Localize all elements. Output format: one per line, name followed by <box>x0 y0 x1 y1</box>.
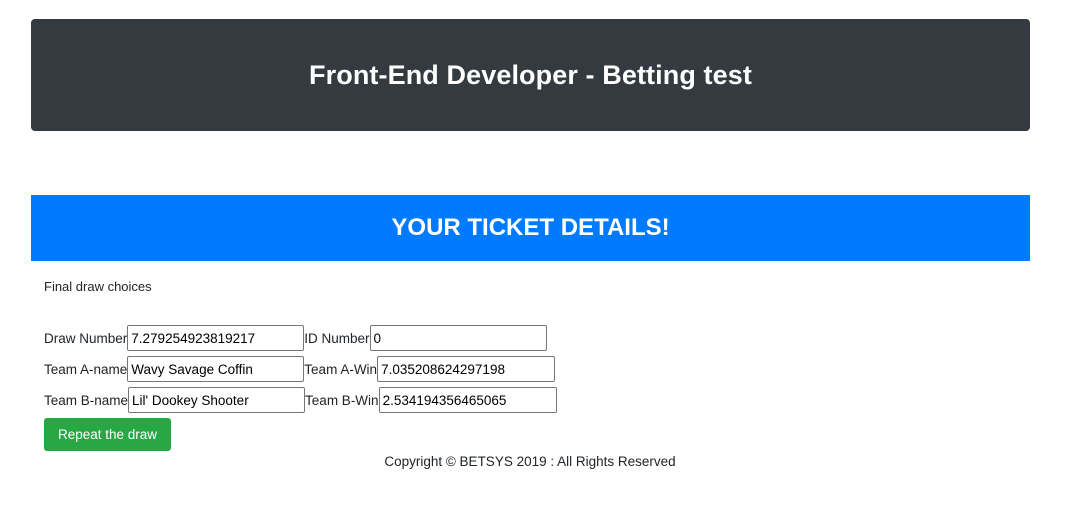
page-header: Front-End Developer - Betting test <box>31 19 1030 131</box>
id-number-input[interactable] <box>369 325 547 351</box>
ticket-heading: YOUR TICKET DETAILS! <box>391 214 670 241</box>
final-draw-subtitle: Final draw choices <box>44 279 152 294</box>
footer-copyright: Copyright © BETSYS 2019 : All Rights Res… <box>384 454 676 469</box>
team-a-win-label: Team A-Win <box>304 361 378 377</box>
team-b-win-label: Team B-Win <box>305 392 379 408</box>
draw-number-label: Draw Number <box>44 330 128 346</box>
team-b-name-input[interactable] <box>128 387 306 413</box>
team-a-win-input[interactable] <box>377 356 556 382</box>
team-a-name-label: Team A-name <box>44 361 128 377</box>
team-a-name-input[interactable] <box>127 356 305 382</box>
team-a-row: Team A-name Team A-Win <box>44 356 556 382</box>
repeat-draw-button[interactable]: Repeat the draw <box>44 418 171 451</box>
id-number-label: ID Number <box>304 330 370 346</box>
draw-number-input[interactable] <box>127 325 305 351</box>
page-title: Front-End Developer - Betting test <box>309 59 752 90</box>
ticket-banner: YOUR TICKET DETAILS! <box>31 195 1030 261</box>
team-b-name-label: Team B-name <box>44 392 129 408</box>
team-b-row: Team B-name Team B-Win <box>44 387 557 413</box>
team-b-win-input[interactable] <box>378 387 557 413</box>
draw-id-row: Draw Number ID Number <box>44 325 547 351</box>
